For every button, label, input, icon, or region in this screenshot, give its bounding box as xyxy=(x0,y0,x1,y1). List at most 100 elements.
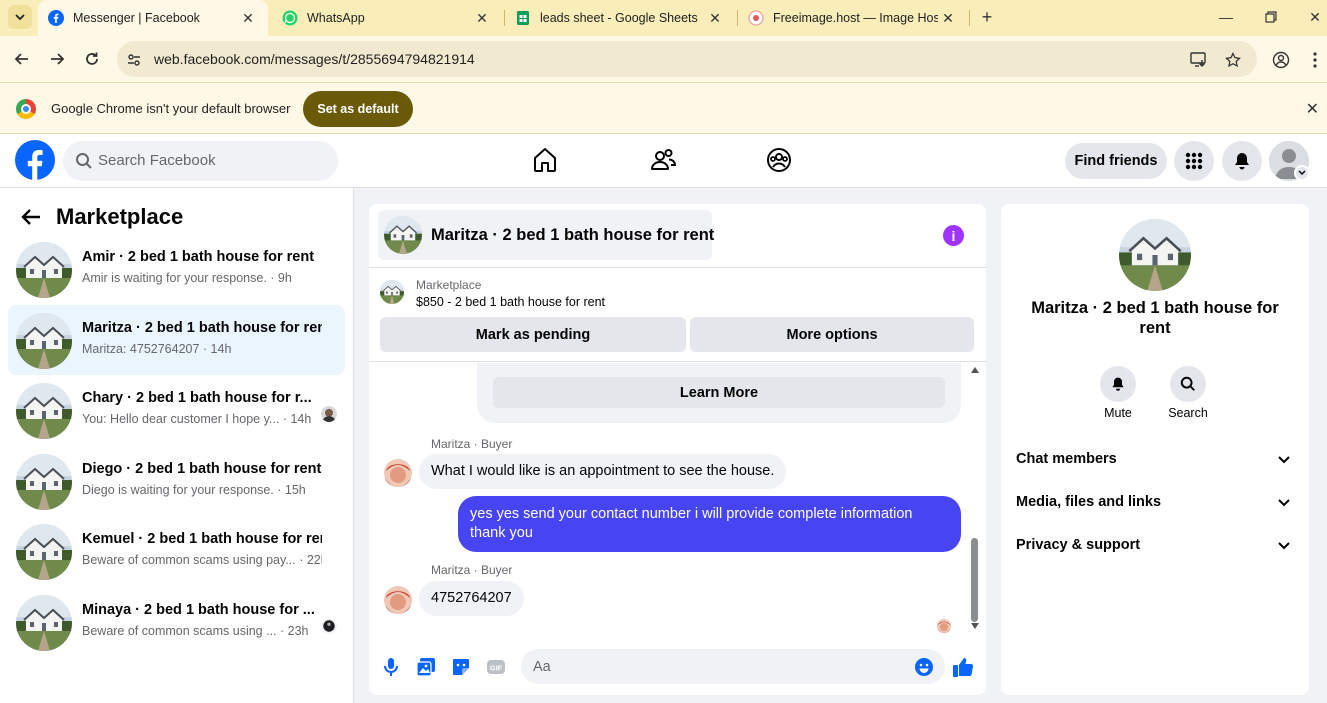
conversation-preview: Diego is waiting for your response. · 15… xyxy=(82,483,306,497)
conversation-item[interactable]: Minaya · 2 bed 1 bath house for ... Bewa… xyxy=(8,587,345,657)
emoji-icon xyxy=(915,658,933,676)
profile-icon[interactable] xyxy=(1271,50,1291,70)
message-list[interactable]: Learn More Maritza · Buyer What I would … xyxy=(369,363,986,633)
conversation-item[interactable]: Diego · 2 bed 1 bath house for rent Dieg… xyxy=(8,446,345,516)
more-options-button[interactable]: More options xyxy=(690,317,974,352)
message-input[interactable] xyxy=(521,649,945,684)
house-thumbnail xyxy=(384,216,422,254)
conversation-name: Chary · 2 bed 1 bath house for r... xyxy=(82,390,312,406)
facebook-logo-icon[interactable] xyxy=(15,140,55,180)
home-icon[interactable] xyxy=(529,144,561,176)
restore-icon xyxy=(1265,11,1277,23)
search-action[interactable]: Search xyxy=(1158,366,1218,420)
chevron-down-icon xyxy=(1278,542,1290,550)
section-label: Media, files and links xyxy=(1016,494,1162,510)
incoming-message[interactable]: 4752764207 xyxy=(419,581,524,616)
gif-button[interactable]: GIF xyxy=(485,656,507,678)
more-vert-icon[interactable] xyxy=(1305,50,1325,70)
mute-action[interactable]: Mute xyxy=(1088,366,1148,420)
find-friends-button[interactable]: Find friends xyxy=(1065,143,1167,179)
set-as-default-button[interactable]: Set as default xyxy=(303,91,413,127)
section-label: Privacy & support xyxy=(1016,537,1141,553)
chevron-down-icon xyxy=(1298,170,1306,176)
reload-button[interactable] xyxy=(80,47,104,71)
house-thumbnail xyxy=(16,242,72,298)
learn-more-button[interactable]: Learn More xyxy=(493,377,945,408)
friends-icon[interactable] xyxy=(647,144,679,176)
tab-messenger[interactable]: Messenger | Facebook ✕ xyxy=(38,0,268,36)
privacy-support-section[interactable]: Privacy & support xyxy=(1009,526,1301,566)
message-sender: Maritza · Buyer xyxy=(431,437,513,451)
emoji-button[interactable] xyxy=(913,656,935,678)
sticker-button[interactable] xyxy=(450,656,472,678)
tab-whatsapp[interactable]: WhatsApp ✕ xyxy=(272,0,502,36)
tab-title: Freeimage.host — Image Hostin xyxy=(773,11,938,25)
like-button[interactable] xyxy=(952,656,974,678)
house-thumbnail xyxy=(1119,219,1191,291)
forward-button[interactable] xyxy=(45,47,69,71)
chat-title: Maritza · 2 bed 1 bath house for rent xyxy=(431,226,715,244)
freeimage-favicon xyxy=(748,10,764,26)
maximize-button[interactable] xyxy=(1259,6,1283,28)
message-composer: GIF xyxy=(369,644,986,695)
back-button[interactable] xyxy=(10,47,34,71)
facebook-search-input[interactable]: Search Facebook xyxy=(63,141,338,181)
incoming-message[interactable]: What I would like is an appointment to s… xyxy=(419,454,787,489)
search-icon xyxy=(1180,376,1195,391)
groups-icon[interactable] xyxy=(763,144,795,176)
conversation-item-active[interactable]: Maritza · 2 bed 1 bath house for rent Ma… xyxy=(8,305,345,375)
conversation-preview: Maritza: 4752764207 · 14h xyxy=(82,342,232,356)
tab-freeimage[interactable]: Freeimage.host — Image Hostin ✕ xyxy=(738,0,968,36)
chat-members-section[interactable]: Chat members xyxy=(1009,440,1301,480)
close-tab-icon[interactable]: ✕ xyxy=(238,8,258,28)
search-icon xyxy=(76,153,92,169)
account-menu-chevron[interactable] xyxy=(1294,165,1310,181)
close-infobar-icon[interactable]: ✕ xyxy=(1306,99,1319,119)
close-tab-icon[interactable]: ✕ xyxy=(705,8,725,28)
tab-search-button[interactable] xyxy=(8,5,32,29)
voice-clip-button[interactable] xyxy=(380,656,402,678)
minimize-button[interactable]: — xyxy=(1214,6,1238,28)
media-files-links-section[interactable]: Media, files and links xyxy=(1009,483,1301,523)
close-tab-icon[interactable]: ✕ xyxy=(472,8,492,28)
bell-icon xyxy=(1235,153,1249,170)
info-icon[interactable]: i xyxy=(943,225,964,246)
mute-label: Mute xyxy=(1104,406,1132,420)
arrow-right-icon xyxy=(51,53,65,65)
omnibox[interactable]: web.facebook.com/messages/t/285569479482… xyxy=(117,41,1257,77)
search-placeholder: Search Facebook xyxy=(98,152,216,169)
back-arrow-icon[interactable] xyxy=(20,206,42,228)
menu-button[interactable] xyxy=(1174,141,1214,181)
listing-price-title: $850 - 2 bed 1 bath house for rent xyxy=(416,295,606,309)
url-text: web.facebook.com/messages/t/285569479482… xyxy=(154,51,475,67)
seen-avatar xyxy=(321,406,337,422)
notifications-button[interactable] xyxy=(1222,141,1262,181)
conversation-item[interactable]: Chary · 2 bed 1 bath house for r... You:… xyxy=(8,375,345,445)
conversation-name: Maritza · 2 bed 1 bath house for rent xyxy=(82,320,322,336)
details-name: Maritza · 2 bed 1 bath house for rent xyxy=(1031,299,1279,337)
outgoing-message[interactable]: yes yes send your contact number i will … xyxy=(458,496,961,552)
conversation-details-panel: Maritza · 2 bed 1 bath house for rent Mu… xyxy=(1001,204,1309,695)
bookmark-star-icon[interactable] xyxy=(1223,50,1243,70)
svg-text:GIF: GIF xyxy=(490,664,503,673)
attach-photo-button[interactable] xyxy=(415,656,437,678)
message-scrollbar[interactable] xyxy=(969,367,981,629)
close-window-button[interactable]: ✕ xyxy=(1303,6,1327,28)
new-tab-button[interactable]: + xyxy=(976,6,998,28)
house-thumbnail xyxy=(16,313,72,369)
conversation-item[interactable]: Kemuel · 2 bed 1 bath house for rent Bew… xyxy=(8,516,345,586)
chevron-down-icon xyxy=(1278,456,1290,464)
microphone-icon xyxy=(384,658,398,676)
install-app-icon[interactable] xyxy=(1189,50,1209,70)
sheets-favicon xyxy=(517,11,529,25)
conversation-item[interactable]: Amir · 2 bed 1 bath house for rent Amir … xyxy=(8,234,345,304)
gif-icon: GIF xyxy=(487,660,505,674)
chat-title-button[interactable]: Maritza · 2 bed 1 bath house for rent xyxy=(378,210,715,260)
close-tab-icon[interactable]: ✕ xyxy=(938,8,958,28)
tab-google-sheets[interactable]: leads sheet - Google Sheets ✕ xyxy=(505,0,735,36)
mark-as-pending-button[interactable]: Mark as pending xyxy=(380,317,686,352)
infobar-message: Google Chrome isn't your default browser xyxy=(51,101,291,116)
conversation-preview: Beware of common scams using pay... · 22… xyxy=(82,553,322,567)
sticker-icon xyxy=(453,659,469,675)
site-settings-icon[interactable] xyxy=(124,50,144,70)
